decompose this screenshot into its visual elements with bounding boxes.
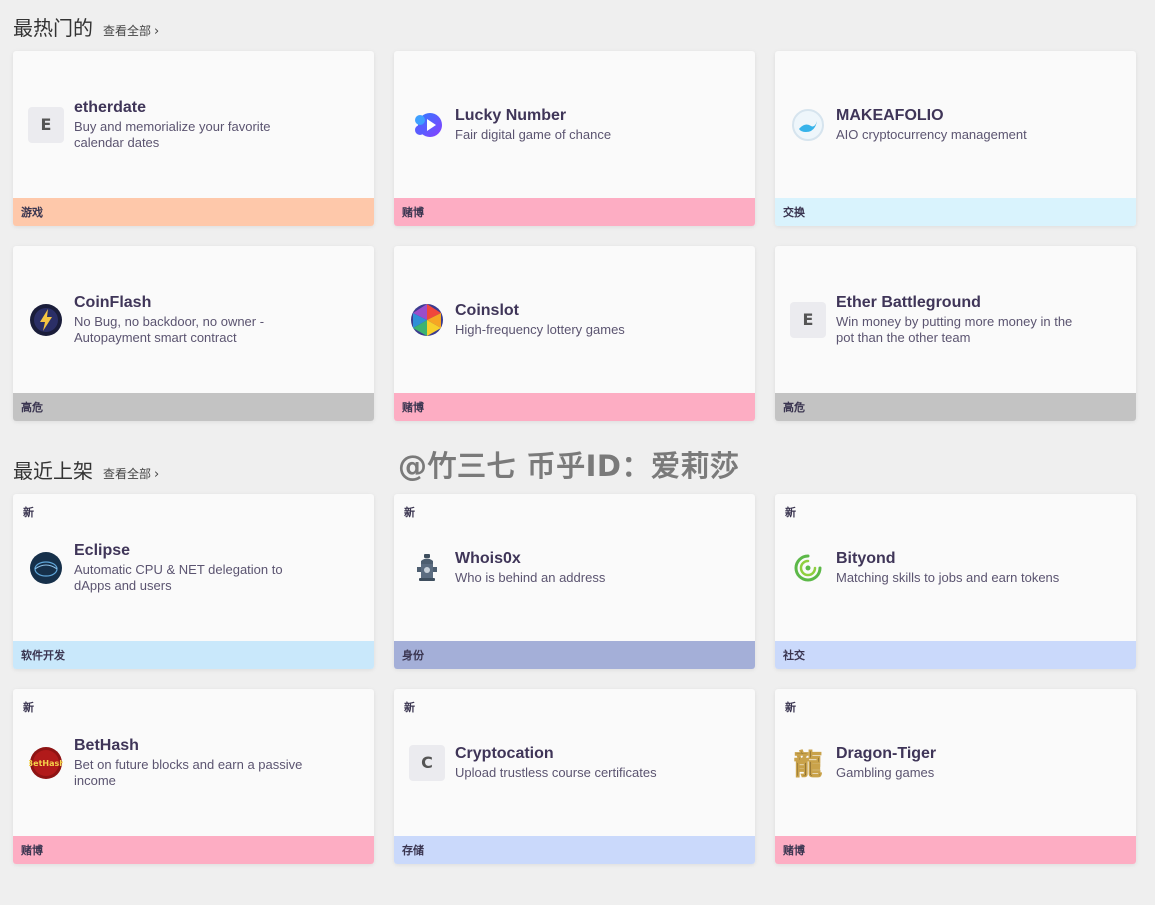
play-gradient-icon [409, 107, 445, 143]
category-tag[interactable]: 高危 [13, 393, 374, 421]
app-description: Matching skills to jobs and earn tokens [836, 570, 1060, 585]
app-description: Who is behind an address [455, 570, 606, 585]
category-tag[interactable]: 赌博 [775, 836, 1136, 864]
polygon-ball-icon [409, 302, 445, 338]
app-card-coinslot[interactable]: Coinslot High-frequency lottery games 赌博 [394, 246, 755, 421]
category-tag[interactable]: 软件开发 [13, 641, 374, 669]
category-tag[interactable]: 赌博 [13, 836, 374, 864]
category-tag[interactable]: 赌博 [394, 393, 755, 421]
app-card-ether-battleground[interactable]: E Ether Battleground Win money by puttin… [775, 246, 1136, 421]
app-name: CoinFlash [74, 294, 152, 311]
watermark-text: @竹三七 币乎ID：爱莉莎 [398, 449, 740, 483]
app-description: No Bug, no backdoor, no owner - Autopaym… [74, 314, 265, 345]
dragon-logo-glyph: 龍 [794, 748, 822, 780]
chevron-right-icon: › [154, 467, 160, 482]
app-card-whois0x[interactable]: 新 Whois0x Who is behind an address 身份 [394, 494, 755, 669]
app-name: etherdate [74, 99, 147, 116]
app-description: Gambling games [836, 765, 935, 780]
app-description: Buy and memorialize your favorite calend… [74, 119, 271, 150]
app-name: Eclipse [74, 542, 131, 559]
hot-view-all-label: 查看全部 [103, 24, 152, 38]
app-name: BetHash [74, 737, 139, 754]
hydrant-icon [409, 550, 445, 586]
wave-circle-icon [790, 107, 826, 143]
recent-section-header: 最近上架 查看全部 › [13, 455, 159, 484]
category-tag[interactable]: 社交 [775, 641, 1136, 669]
app-card-bityond[interactable]: 新 Bityond Matching skills to jobs and ea… [775, 494, 1136, 669]
recent-view-all-label: 查看全部 [103, 467, 152, 481]
chevron-right-icon: › [154, 24, 160, 39]
letter-c-icon: C [409, 744, 445, 781]
category-tag[interactable]: 存储 [394, 836, 755, 864]
letter-e-icon: E [790, 301, 826, 338]
app-description: High-frequency lottery games [455, 322, 625, 337]
recent-grid: 新 Eclipse Automatic CPU & NET delegation… [13, 494, 1136, 864]
bethash-logo-text: BetHash [29, 759, 63, 768]
category-tag[interactable]: 游戏 [13, 198, 374, 226]
app-card-lucky-number[interactable]: Lucky Number Fair digital game of chance… [394, 51, 755, 226]
app-name: Bityond [836, 550, 896, 567]
app-description: Fair digital game of chance [455, 127, 612, 142]
app-description: Automatic CPU & NET delegation to dApps … [74, 562, 283, 593]
app-card-dragon-tiger[interactable]: 新 龍 Dragon-Tiger Gambling games 赌博 [775, 689, 1136, 864]
app-name: Lucky Number [455, 107, 567, 124]
category-tag[interactable]: 交换 [775, 198, 1136, 226]
lightning-coin-icon [28, 302, 64, 338]
app-name: Dragon-Tiger [836, 745, 937, 762]
hot-section-title: 最热门的 [13, 16, 93, 40]
app-description: Upload trustless course certificates [455, 765, 657, 780]
letter-e-icon: E [28, 106, 64, 143]
hot-section-header: 最热门的 查看全部 › [13, 12, 159, 41]
hot-view-all-link[interactable]: 查看全部 › [103, 22, 159, 39]
app-name: Coinslot [455, 302, 519, 319]
eclipse-icon [28, 550, 64, 586]
dragon-glyph-icon: 龍 [790, 745, 826, 781]
app-description: Bet on future blocks and earn a passive … [74, 757, 303, 788]
hot-grid: E etherdate Buy and memorialize your fav… [13, 51, 1136, 421]
category-tag[interactable]: 身份 [394, 641, 755, 669]
app-card-eclipse[interactable]: 新 Eclipse Automatic CPU & NET delegation… [13, 494, 374, 669]
recent-view-all-link[interactable]: 查看全部 › [103, 465, 159, 482]
app-card-cryptocation[interactable]: 新 C Cryptocation Upload trustless course… [394, 689, 755, 864]
app-name: Whois0x [455, 550, 521, 567]
app-description: AIO cryptocurrency management [836, 127, 1027, 142]
category-tag[interactable]: 赌博 [394, 198, 755, 226]
app-card-bethash[interactable]: 新 BetHash BetHash Bet on future blocks a… [13, 689, 374, 864]
category-tag[interactable]: 高危 [775, 393, 1136, 421]
green-swirl-icon [790, 550, 826, 586]
bethash-logo-icon: BetHash [28, 745, 64, 781]
app-name: Ether Battleground [836, 294, 981, 311]
app-card-makeafolio[interactable]: MAKEAFOLIO AIO cryptocurrency management… [775, 51, 1136, 226]
app-name: MAKEAFOLIO [836, 107, 944, 124]
app-description: Win money by putting more money in the p… [836, 314, 1073, 345]
app-name: Cryptocation [455, 745, 554, 762]
app-card-coinflash[interactable]: CoinFlash No Bug, no backdoor, no owner … [13, 246, 374, 421]
app-card-etherdate[interactable]: E etherdate Buy and memorialize your fav… [13, 51, 374, 226]
recent-section-title: 最近上架 [13, 459, 93, 483]
